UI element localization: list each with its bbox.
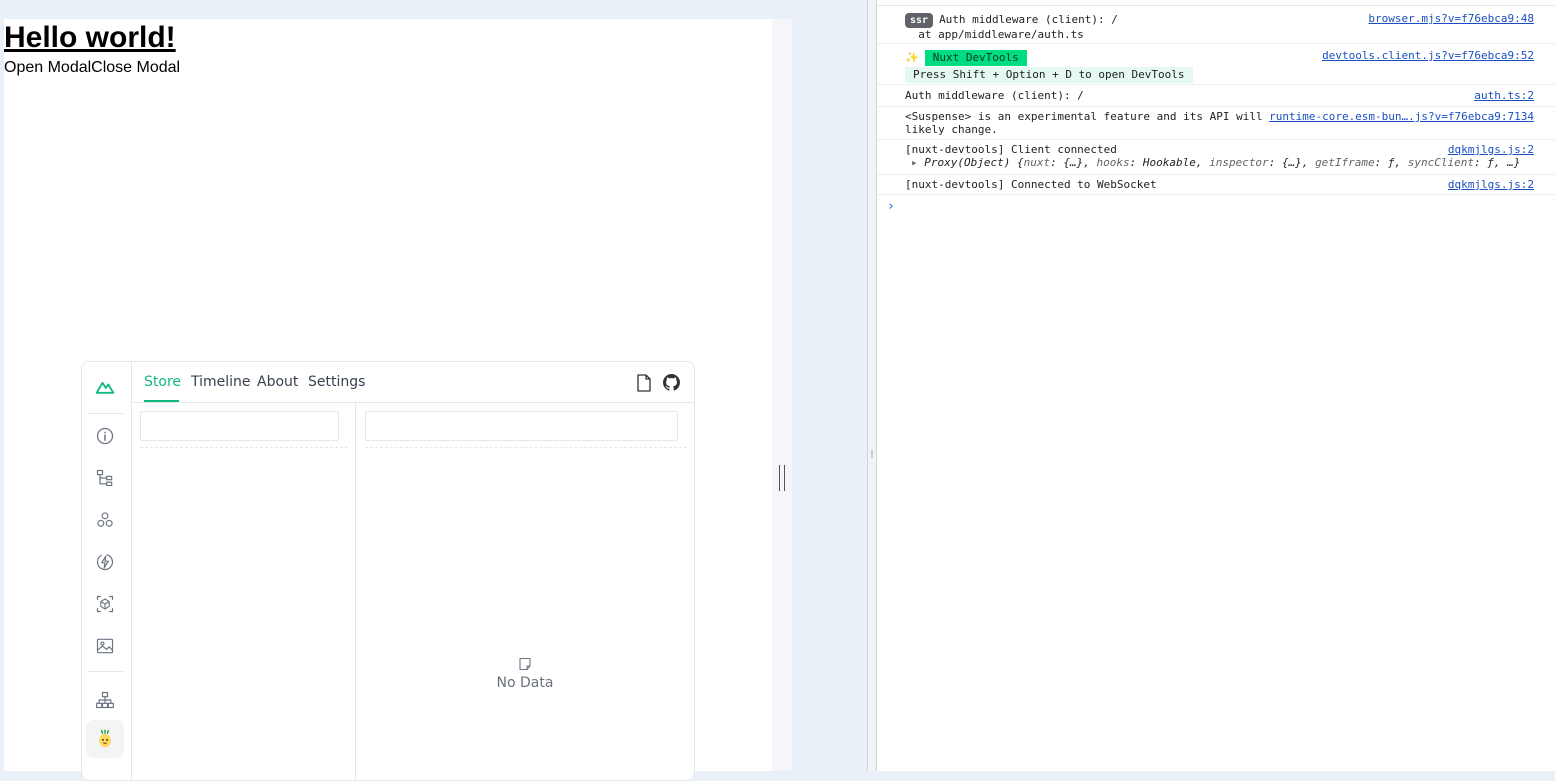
object-key: nuxt — [1023, 156, 1051, 169]
active-tab-indicator — [144, 400, 179, 402]
sparkles-icon: ✨ — [905, 51, 919, 64]
object-key: inspector — [1209, 156, 1269, 169]
log-text: [nuxt-devtools] Client connected — [905, 143, 1117, 156]
log-text: [nuxt-devtools] Connected to WebSocket — [905, 178, 1157, 191]
vue-devtools-panel: Store Timeline About Settings No Data — [81, 361, 695, 781]
object-key: hooks — [1096, 156, 1130, 169]
expandable-object[interactable]: ▸ Proxy(Object) {nuxt: {…}, hooks: Hooka… — [911, 156, 1520, 169]
log-source-link[interactable]: runtime-core.esm-bun….js?v=f76ebca9:7134 — [1269, 110, 1534, 123]
console-prompt-icon[interactable]: › — [887, 199, 895, 214]
sidebar-divider — [88, 413, 124, 414]
tab-store[interactable]: Store — [144, 373, 181, 391]
hierarchy-icon[interactable] — [92, 687, 118, 713]
devtools-shortcut-hint: Press Shift + Option + D to open DevTool… — [905, 67, 1193, 83]
log-stack-line: at app/middleware/auth.ts — [905, 28, 1084, 41]
page-heading: Hello world! — [4, 21, 176, 54]
open-modal-button[interactable]: Open Modal — [4, 59, 91, 76]
note-icon — [519, 657, 531, 671]
github-icon[interactable] — [663, 374, 680, 391]
page-scroll-gutter — [772, 19, 792, 771]
console-message: ssr Auth middleware (client): / at app/mi… — [877, 6, 1555, 44]
store-detail-pane: No Data — [356, 403, 694, 780]
lightning-icon[interactable] — [92, 549, 118, 575]
console-message: [nuxt-devtools] Client connected ▸ Proxy… — [877, 140, 1555, 175]
console-message: <Suspense> is an experimental feature an… — [877, 107, 1555, 140]
log-text-continued: likely change. — [905, 123, 998, 136]
divider — [365, 447, 687, 448]
object-prefix: Proxy(Object) { — [924, 156, 1024, 169]
empty-state: No Data — [356, 657, 694, 691]
expand-triangle-icon[interactable]: ▸ — [911, 156, 918, 169]
tab-about[interactable]: About — [257, 373, 298, 391]
document-icon[interactable] — [636, 374, 652, 392]
console-panel: ssr Auth middleware (client): / at app/mi… — [877, 0, 1555, 771]
box-icon[interactable] — [92, 591, 118, 617]
image-icon[interactable] — [92, 633, 118, 659]
console-message: ✨ Nuxt DevTools Press Shift + Option + D … — [877, 45, 1555, 85]
state-filter-input[interactable] — [365, 411, 678, 441]
divider — [140, 447, 348, 448]
empty-state-label: No Data — [496, 675, 554, 691]
object-key: syncClient — [1407, 156, 1475, 169]
split-pane-grip — [871, 450, 873, 458]
pinia-icon[interactable] — [86, 720, 124, 758]
ssr-badge: ssr — [905, 13, 934, 28]
log-source-link[interactable]: auth.ts:2 — [1474, 89, 1534, 102]
panel-resize-handle[interactable] — [779, 465, 785, 491]
split-pane-divider[interactable] — [867, 0, 877, 771]
browser-viewport: Hello world! Open ModalClose Modal Store… — [0, 0, 867, 781]
log-source-link[interactable]: devtools.client.js?v=f76ebca9:52 — [1322, 49, 1534, 62]
store-list-pane — [132, 403, 356, 780]
log-source-link[interactable]: dqkmjlgs.js:2 — [1448, 178, 1534, 191]
object-value: {…} — [1063, 156, 1084, 169]
nuxt-logo-icon[interactable] — [92, 374, 118, 400]
object-value: ƒ — [1387, 156, 1395, 169]
components-icon[interactable] — [92, 507, 118, 533]
devtools-tab-bar: Store Timeline About Settings — [132, 362, 694, 403]
nuxt-devtools-badge: Nuxt DevTools — [924, 50, 1027, 66]
log-text: <Suspense> is an experimental feature an… — [905, 110, 1263, 123]
tab-timeline[interactable]: Timeline — [191, 373, 251, 391]
log-source-link[interactable]: browser.mjs?v=f76ebca9:48 — [1368, 12, 1534, 25]
devtools-sidebar — [82, 362, 132, 780]
console-message: [nuxt-devtools] Connected to WebSocket d… — [877, 175, 1555, 195]
modal-links: Open ModalClose Modal — [4, 58, 180, 78]
object-key: getIframe — [1315, 156, 1375, 169]
object-value: ƒ — [1487, 156, 1494, 169]
store-filter-input[interactable] — [140, 411, 339, 441]
close-modal-button[interactable]: Close Modal — [91, 59, 180, 76]
log-text: Auth middleware (client): / — [939, 13, 1118, 26]
log-source-link[interactable]: dqkmjlgs.js:2 — [1448, 143, 1534, 156]
tab-settings[interactable]: Settings — [308, 373, 365, 391]
object-value: Hookable — [1142, 156, 1196, 169]
info-icon[interactable] — [92, 423, 118, 449]
log-text: Auth middleware (client): / — [905, 89, 1084, 102]
object-value: {…} — [1281, 156, 1302, 169]
sidebar-divider — [88, 671, 124, 672]
component-tree-icon[interactable] — [92, 465, 118, 491]
object-suffix: …} — [1507, 156, 1521, 169]
console-message: Auth middleware (client): / auth.ts:2 — [877, 86, 1555, 107]
